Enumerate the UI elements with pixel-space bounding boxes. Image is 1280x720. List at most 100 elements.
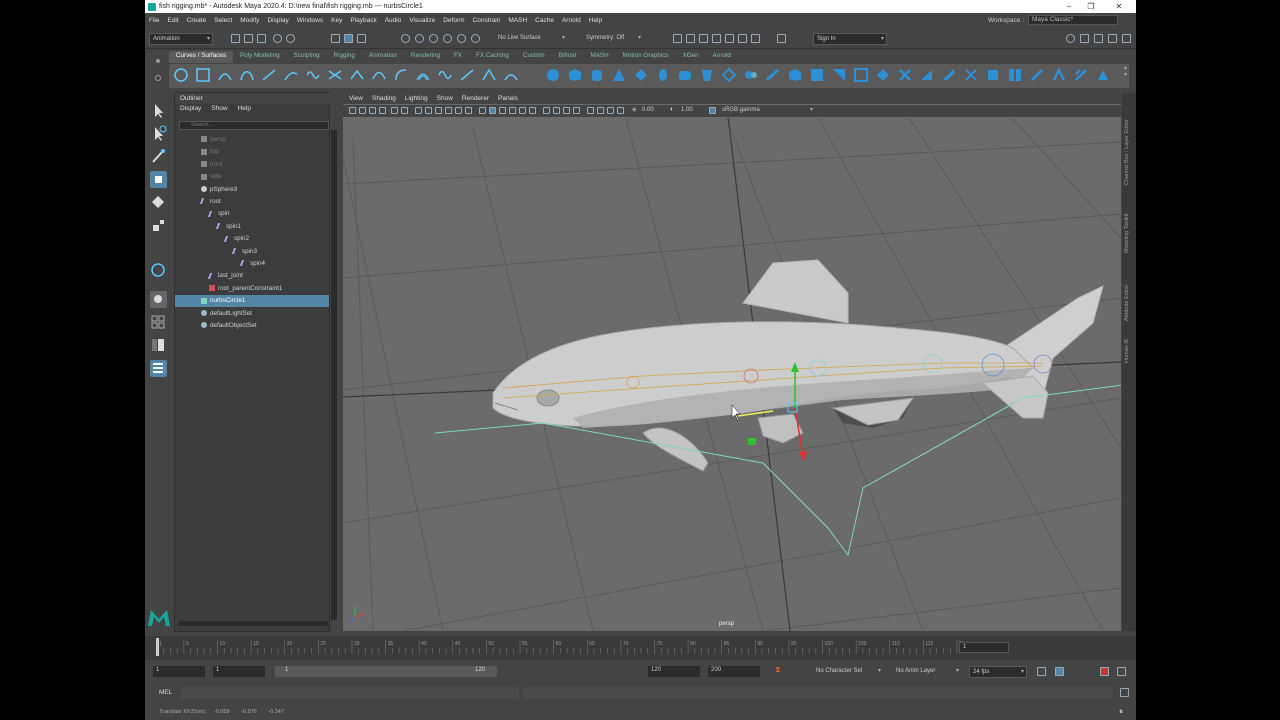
- live-surface-dropdown[interactable]: No Live Surface: [495, 33, 567, 45]
- workspace-dropdown[interactable]: Maya Classic*: [1028, 15, 1118, 25]
- square-surface-icon[interactable]: [810, 68, 824, 82]
- menu-display[interactable]: Display: [267, 17, 288, 24]
- arc-tool-icon[interactable]: [284, 68, 298, 82]
- render-view-icon[interactable]: [673, 34, 682, 43]
- outliner-item[interactable]: front: [175, 159, 329, 171]
- minimize-button[interactable]: –: [1058, 0, 1080, 13]
- shadows-icon[interactable]: [529, 107, 536, 114]
- sound-icon[interactable]: [1055, 667, 1064, 676]
- color-management-icon[interactable]: [709, 107, 716, 114]
- render-setup-icon[interactable]: [738, 34, 747, 43]
- scale-tool-icon[interactable]: [150, 217, 167, 234]
- redo-icon[interactable]: [286, 34, 295, 43]
- snap-grid-icon[interactable]: [401, 34, 410, 43]
- menu-mash[interactable]: MASH: [508, 17, 527, 24]
- insert-isoparms-icon[interactable]: [964, 68, 978, 82]
- select-hierarchy-icon[interactable]: [331, 34, 340, 43]
- nurbs-cone-icon[interactable]: [612, 68, 626, 82]
- menu-create[interactable]: Create: [187, 17, 207, 24]
- outliner-item[interactable]: spin1: [175, 221, 329, 233]
- wireframe-icon[interactable]: [479, 107, 486, 114]
- outliner-scrollbar[interactable]: [331, 130, 337, 620]
- two-d-pan-zoom-icon[interactable]: [391, 107, 398, 114]
- nurbs-sphere-icon[interactable]: [546, 68, 560, 82]
- maximize-button[interactable]: ❐: [1080, 0, 1102, 13]
- persp-outliner-layout-icon[interactable]: [150, 337, 167, 354]
- outliner-item[interactable]: spin4: [175, 258, 329, 270]
- show-modeling-toolkit-icon[interactable]: [1066, 34, 1075, 43]
- last-tool-used-icon[interactable]: [150, 262, 167, 279]
- light-editor-icon[interactable]: [751, 34, 760, 43]
- bookmarks-icon[interactable]: [369, 107, 376, 114]
- show-channel-box-icon[interactable]: [1108, 34, 1117, 43]
- snap-point-icon[interactable]: [429, 34, 438, 43]
- nurbs-cube-icon[interactable]: [568, 68, 582, 82]
- snap-center-icon[interactable]: [471, 34, 480, 43]
- viewport-menu-shading[interactable]: Shading: [372, 93, 396, 104]
- extend-surface-icon[interactable]: [942, 68, 956, 82]
- birail-icon[interactable]: [766, 68, 780, 82]
- isolate-select-icon[interactable]: [587, 107, 594, 114]
- fps-dropdown[interactable]: 24 fps: [969, 666, 1027, 678]
- detach-curves-icon[interactable]: [350, 68, 364, 82]
- menu-help[interactable]: Help: [589, 17, 602, 24]
- outliner-item[interactable]: root_parentConstraint1: [175, 283, 329, 295]
- colorspace-dropdown[interactable]: sRGB gamma: [719, 105, 815, 117]
- surface-editing-icon[interactable]: [1096, 68, 1110, 82]
- arnold-render-icon[interactable]: [777, 34, 786, 43]
- lasso-tool-icon[interactable]: [150, 125, 167, 142]
- boundary-icon[interactable]: [788, 68, 802, 82]
- bevel-plus-icon[interactable]: [832, 68, 846, 82]
- nurbs-cylinder-icon[interactable]: [590, 68, 604, 82]
- pencil-curve-tool-icon[interactable]: [262, 68, 276, 82]
- shelf-tab-rigging[interactable]: Rigging: [327, 51, 362, 63]
- move-tool-icon[interactable]: [150, 171, 167, 188]
- time-slider[interactable]: 1 5 10 15 20 25 30 35 40 45 50 55 60 65 70 75 80 85 90 95 10…: [145, 636, 1136, 660]
- sculpt-geometry-icon[interactable]: [1074, 68, 1088, 82]
- shelf-tab-custom[interactable]: Custom: [516, 51, 552, 63]
- rebuild-surface-icon[interactable]: [1052, 68, 1066, 82]
- outliner-item[interactable]: nurbsCircle1: [175, 295, 329, 308]
- untrim-icon[interactable]: [920, 68, 934, 82]
- outliner-item[interactable]: defaultObjectSet: [175, 320, 329, 332]
- outliner-item[interactable]: spin: [175, 208, 329, 220]
- select-component-icon[interactable]: [357, 34, 366, 43]
- extend-curve-icon[interactable]: [394, 68, 408, 82]
- scene-start-field[interactable]: 1: [153, 666, 205, 677]
- open-close-surface-icon[interactable]: [1030, 68, 1044, 82]
- anim-layer-dropdown[interactable]: No Anim Layer: [893, 666, 961, 678]
- tab-modeling-toolkit[interactable]: Modeling Toolkit: [1124, 214, 1130, 253]
- rotate-tool-icon[interactable]: [150, 194, 167, 211]
- add-points-icon[interactable]: [460, 68, 474, 82]
- command-input[interactable]: [181, 687, 519, 699]
- loft-icon[interactable]: [700, 68, 714, 82]
- outliner-item[interactable]: last_joint: [175, 270, 329, 282]
- single-perspective-layout-icon[interactable]: [150, 291, 167, 308]
- outliner-item[interactable]: side: [175, 171, 329, 183]
- tab-channel-box[interactable]: Channel Box / Layer Editor: [1124, 119, 1130, 185]
- shelf-tab-fx-caching[interactable]: FX Caching: [469, 51, 516, 63]
- trim-tool-icon[interactable]: [898, 68, 912, 82]
- shelf-tab-motion-graphics[interactable]: Motion Graphics: [616, 51, 676, 63]
- planar-icon[interactable]: [722, 68, 736, 82]
- shelf-tab-xgen[interactable]: XGen: [676, 51, 706, 63]
- menu-cache[interactable]: Cache: [535, 17, 554, 24]
- ambient-occlusion-icon[interactable]: [543, 107, 550, 114]
- menu-edit[interactable]: Edit: [167, 17, 178, 24]
- outliner-item[interactable]: pSphere3: [175, 184, 329, 196]
- snap-surface-icon[interactable]: [457, 34, 466, 43]
- viewport-menu-lighting[interactable]: Lighting: [405, 93, 428, 104]
- current-time-indicator[interactable]: [156, 638, 159, 656]
- revolve-icon[interactable]: [678, 68, 692, 82]
- tab-attribute-editor[interactable]: Attribute Editor: [1124, 285, 1130, 321]
- curve-edit-icon[interactable]: [482, 68, 496, 82]
- image-plane-icon[interactable]: [379, 107, 386, 114]
- snap-curve-icon[interactable]: [415, 34, 424, 43]
- shelf-tab-mash[interactable]: MASH: [583, 51, 615, 63]
- nurbs-circle-icon[interactable]: [174, 68, 188, 82]
- menu-key[interactable]: Key: [331, 17, 342, 24]
- viewport-menu-panels[interactable]: Panels: [498, 93, 518, 104]
- wireframe-on-shaded-icon[interactable]: [499, 107, 506, 114]
- film-gate-icon[interactable]: [425, 107, 432, 114]
- insert-knot-icon[interactable]: [372, 68, 386, 82]
